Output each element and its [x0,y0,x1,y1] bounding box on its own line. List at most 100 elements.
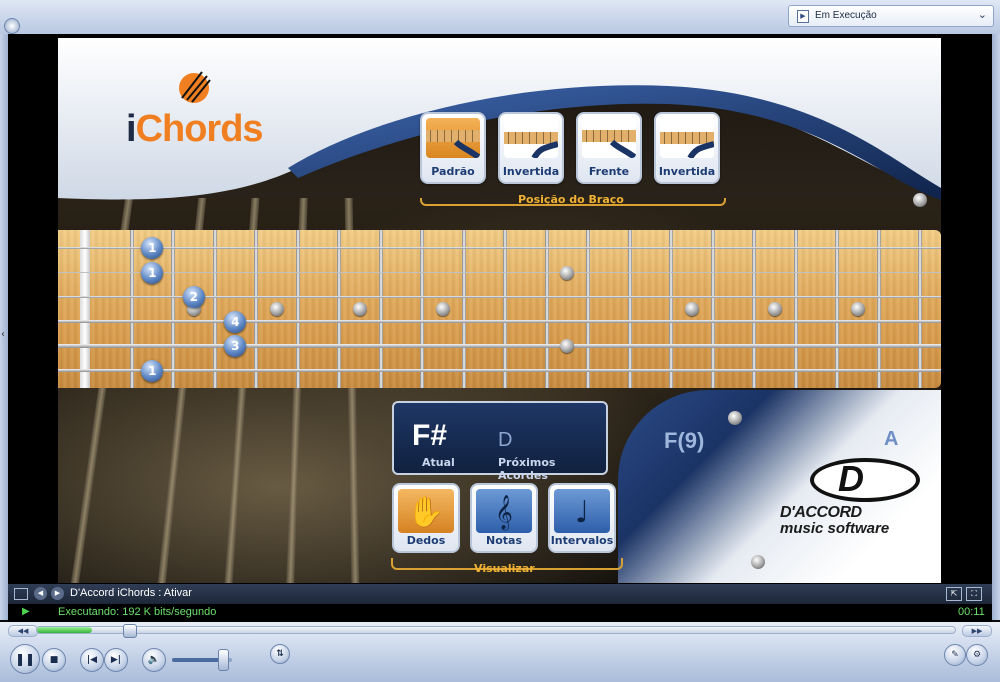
position-button-label: Frente [588,165,630,178]
now-playing-dropdown[interactable]: ▶ Em Execução ⌄ [788,5,994,27]
volume-level [172,658,223,662]
fret-wire [295,230,300,388]
next-chord-1: D [498,429,513,451]
left-frame: ‹ [0,34,8,620]
fret-wire [835,230,839,388]
view-button-label: Intervalos [550,534,614,547]
layout-toggle-icon[interactable] [14,588,28,600]
previous-arrow-icon[interactable]: ◀ [34,587,47,600]
fret-wire [627,230,632,388]
finger-dot: 2 [182,286,205,308]
enhancements-button[interactable]: ⇅ [270,644,290,664]
fret-wire [710,230,715,388]
fullscreen-icon[interactable]: ⛶ [966,587,982,601]
edit-icon[interactable]: ✎ [944,644,966,666]
fret-wire [378,230,383,388]
media-title: D'Accord iChords : Ativar [70,587,192,599]
daccord-logo-icon [810,458,920,502]
volume-thumb[interactable] [218,649,229,671]
rewind-icon[interactable]: ◀◀ [8,625,38,637]
finger-dot: 1 [141,237,164,259]
fret-wire [337,230,341,388]
position-button-label: Padrão [431,165,475,178]
fret-wire [752,230,756,388]
view-group-title: Visualizar [474,562,535,575]
fret-wire [461,230,466,388]
status-text: Executando: 192 K bits/segundo [58,606,217,618]
brand-tagline: music software [780,520,890,537]
collapse-handle-icon[interactable]: ‹ [1,329,7,369]
elapsed-time: 00:11 [958,606,985,618]
daccord-logo-letter: D [838,458,864,499]
fast-forward-icon[interactable]: ▶▶ [962,625,992,637]
fret-wire [254,230,258,388]
fret-marker [352,302,367,317]
hand-icon: ✋ [398,489,454,533]
fret-marker [435,302,450,317]
position-front-inverted-button[interactable]: Invertida [654,112,720,184]
switch-mode-icon[interactable]: ⇱ [946,587,962,601]
fretboard: 112431 [58,230,941,388]
position-group-title: Posição do Braço [518,193,624,206]
fret-wire [171,230,175,388]
screw-icon [913,193,927,207]
playlist-icon: ▶ [797,10,809,23]
next-arrow-icon[interactable]: ▶ [51,587,64,600]
fret-wire [420,230,424,388]
fret-marker [560,265,575,280]
fret-marker [269,302,284,317]
next-track-button[interactable]: ▶| [104,648,128,672]
guitar-string [58,271,941,274]
stop-button[interactable]: ■ [42,648,66,672]
logo-ball-icon [179,71,211,103]
menu-toggle-icon[interactable] [4,18,20,34]
neck-standard-icon [426,118,480,158]
fret-wire [129,230,134,388]
fret-wire [918,230,922,388]
fret-wire [586,230,590,388]
fret-marker [767,302,782,317]
position-button-label: Invertida [658,165,716,178]
fret-wire [212,230,217,388]
fret-wire [793,230,798,388]
ichords-logo: iChords [126,108,264,150]
chord-panel: F# Atual D Próximos Acordes [392,401,608,482]
seek-bar[interactable] [36,624,956,638]
fret-wire [503,230,507,388]
guitar-string [58,320,941,323]
previous-track-button[interactable]: |◀ [80,648,104,672]
fret-marker [560,339,575,353]
position-inverted-button[interactable]: Invertida [498,112,564,184]
view-notes-button[interactable]: 𝄞 Notas [470,483,538,553]
position-button-label: Invertida [502,165,560,178]
ichords-app: iChords Padrão Invertida Frente Invertid… [58,38,941,583]
media-info-bar: ◀ ▶ D'Accord iChords : Ativar ⇱ ⛶ [8,584,992,604]
neck-front-icon [582,118,636,158]
fret-wire [669,230,673,388]
finger-dot: 1 [141,261,164,284]
chevron-down-icon: ⌄ [977,8,987,21]
screw-icon [728,411,742,425]
fret-marker [850,302,865,317]
neck-front-inverted-icon [660,118,714,158]
settings-icon[interactable]: ⚙ [966,644,988,666]
seek-progress [37,627,93,633]
finger-dot: 4 [224,310,247,333]
guitar-string [58,247,941,249]
view-button-label: Notas [486,534,522,547]
pause-button[interactable]: ❚❚ [10,644,40,674]
mute-button[interactable]: 🔈 [142,648,166,672]
finger-dot: 1 [141,359,164,382]
finger-dot: 3 [224,335,247,357]
right-frame [992,34,1000,620]
view-intervals-button[interactable]: ♩ Intervalos [548,483,616,553]
status-bar: ▶ Executando: 192 K bits/segundo 00:11 [8,604,992,622]
seek-thumb[interactable] [123,624,137,638]
view-fingers-button[interactable]: ✋ Dedos [392,483,460,553]
fret-wire [876,230,881,388]
position-standard-button[interactable]: Padrão [420,112,486,184]
position-front-button[interactable]: Frente [576,112,642,184]
screw-icon [751,555,765,569]
neck-inverted-icon [504,118,558,158]
play-status-icon: ▶ [22,606,30,617]
